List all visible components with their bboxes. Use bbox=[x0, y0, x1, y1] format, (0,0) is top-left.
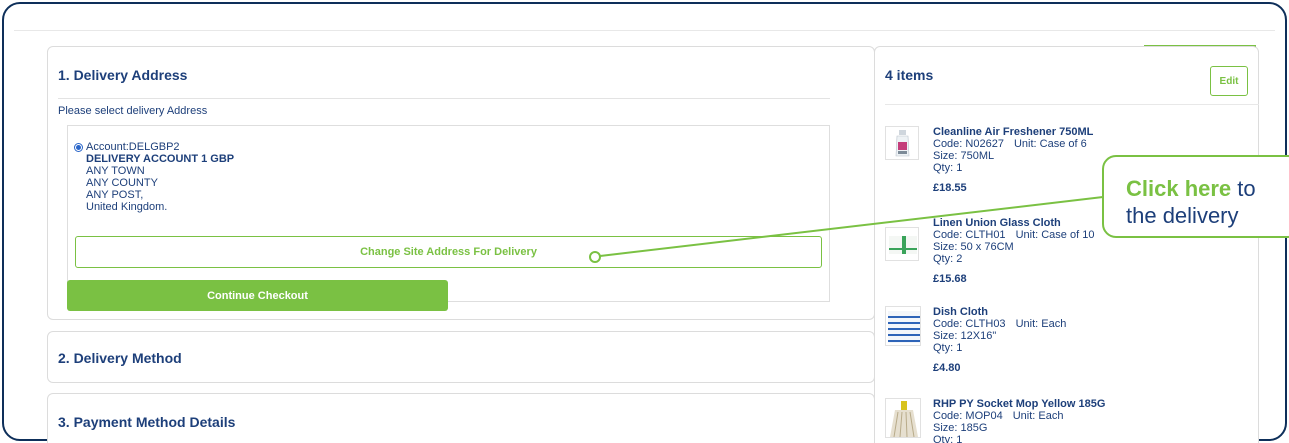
item-code-unit: Code: CLTH01 Unit: Case of 10 bbox=[933, 229, 1094, 241]
basket-item-info: Linen Union Glass Cloth Code: CLTH01 Unit… bbox=[933, 217, 1094, 285]
address-text: Account:DELGBP2 DELIVERY ACCOUNT 1 GBP A… bbox=[86, 141, 234, 213]
address-line: United Kingdom. bbox=[86, 201, 168, 213]
item-name[interactable]: Linen Union Glass Cloth bbox=[933, 217, 1094, 229]
item-code-unit: Code: N02627 Unit: Case of 6 bbox=[933, 138, 1093, 150]
address-line: ANY TOWN bbox=[86, 165, 145, 177]
panel-divider bbox=[58, 98, 830, 99]
item-qty: Qty: 2 bbox=[933, 253, 963, 265]
item-qty: Qty: 1 bbox=[933, 162, 963, 174]
address-line: ANY POST, bbox=[86, 189, 144, 201]
item-code: Code: CLTH01 bbox=[933, 229, 1006, 241]
basket-item-info: Cleanline Air Freshener 750ML Code: N026… bbox=[933, 126, 1093, 194]
delivery-method-title[interactable]: 2. Delivery Method bbox=[58, 350, 182, 366]
delivery-address-prompt: Please select delivery Address bbox=[58, 105, 208, 117]
change-site-address-button[interactable]: Change Site Address For Delivery bbox=[75, 236, 822, 268]
delivery-method-panel[interactable]: 2. Delivery Method bbox=[47, 331, 875, 383]
payment-method-panel[interactable]: 3. Payment Method Details bbox=[47, 393, 875, 443]
basket-item-count: 4 items bbox=[885, 67, 934, 83]
delivery-address-panel: 1. Delivery Address Please select delive… bbox=[47, 46, 875, 320]
address-option[interactable]: Account:DELGBP2 DELIVERY ACCOUNT 1 GBP A… bbox=[67, 125, 830, 302]
item-price: £18.55 bbox=[933, 182, 967, 194]
item-qty: Qty: 1 bbox=[933, 434, 963, 443]
item-name[interactable]: Cleanline Air Freshener 750ML bbox=[933, 126, 1093, 138]
address-account: Account:DELGBP2 bbox=[86, 141, 180, 153]
item-unit: Unit: Each bbox=[1012, 410, 1064, 422]
glass-cloth-image bbox=[885, 227, 919, 261]
payment-method-title[interactable]: 3. Payment Method Details bbox=[58, 414, 235, 430]
item-name[interactable]: Dish Cloth bbox=[933, 306, 1066, 318]
address-radio[interactable] bbox=[74, 143, 83, 152]
item-price: £15.68 bbox=[933, 273, 967, 285]
callout-highlight: Click here bbox=[1126, 176, 1232, 201]
mop-image bbox=[885, 398, 921, 438]
address-name: DELIVERY ACCOUNT 1 GBP bbox=[86, 153, 235, 165]
item-size: Size: 750ML bbox=[933, 150, 995, 162]
item-qty: Qty: 1 bbox=[933, 342, 963, 354]
basket-item-info: RHP PY Socket Mop Yellow 185G Code: MOP0… bbox=[933, 398, 1105, 443]
item-code: Code: N02627 bbox=[933, 138, 1004, 150]
edit-basket-button[interactable]: Edit bbox=[1210, 66, 1248, 96]
basket-item-info: Dish Cloth Code: CLTH03 Unit: Each Size: … bbox=[933, 306, 1066, 374]
item-code-unit: Code: CLTH03 Unit: Each bbox=[933, 318, 1066, 330]
item-code: Code: CLTH03 bbox=[933, 318, 1006, 330]
item-size: Size: 12X16" bbox=[933, 330, 997, 342]
callout-line2: the delivery bbox=[1126, 203, 1239, 228]
header-divider bbox=[14, 30, 1275, 31]
air-freshener-image bbox=[885, 126, 919, 160]
item-code-unit: Code: MOP04 Unit: Each bbox=[933, 410, 1105, 422]
item-unit: Unit: Case of 6 bbox=[1013, 138, 1087, 150]
dish-cloth-image bbox=[885, 306, 921, 346]
address-line: ANY COUNTY bbox=[86, 177, 158, 189]
continue-checkout-button[interactable]: Continue Checkout bbox=[67, 280, 448, 311]
item-unit: Unit: Each bbox=[1015, 318, 1067, 330]
callout-line1: to bbox=[1231, 176, 1256, 201]
item-size: Size: 185G bbox=[933, 422, 988, 434]
delivery-address-title[interactable]: 1. Delivery Address bbox=[58, 67, 187, 83]
item-code: Code: MOP04 bbox=[933, 410, 1003, 422]
item-name[interactable]: RHP PY Socket Mop Yellow 185G bbox=[933, 398, 1105, 410]
item-unit: Unit: Case of 10 bbox=[1015, 229, 1095, 241]
item-size: Size: 50 x 76CM bbox=[933, 241, 1014, 253]
item-price: £4.80 bbox=[933, 362, 961, 374]
callout-text: Click here to the delivery bbox=[1126, 175, 1256, 229]
basket-divider bbox=[885, 104, 1259, 105]
